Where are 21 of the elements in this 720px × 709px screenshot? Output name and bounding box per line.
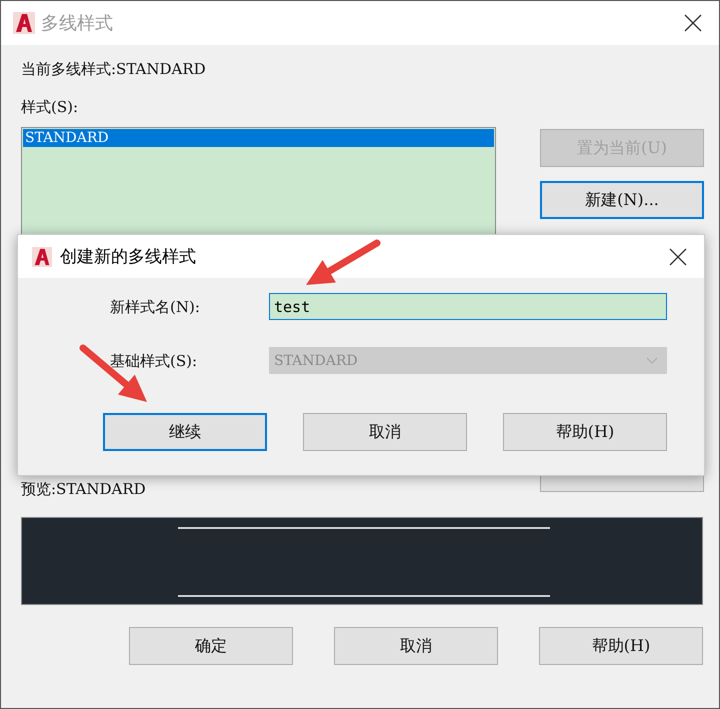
close-icon xyxy=(669,248,687,266)
field-label: 基础样式(S): xyxy=(110,350,198,370)
footer-button[interactable]: 取消 xyxy=(334,627,498,665)
close-icon xyxy=(684,14,702,32)
dialog-button[interactable]: 帮助(H) xyxy=(503,413,667,451)
footer-button[interactable]: 帮助(H) xyxy=(539,627,703,665)
dialog-title: 创建新的多线样式 xyxy=(60,246,196,268)
app-logo-icon xyxy=(32,246,52,266)
app-logo-icon xyxy=(13,12,35,34)
dialog-button[interactable]: 取消 xyxy=(303,413,467,451)
input-field[interactable]: test xyxy=(269,293,667,320)
dialog-button[interactable]: 继续 xyxy=(103,413,267,451)
chevron-icon xyxy=(646,357,658,364)
footer-button[interactable]: 确定 xyxy=(129,627,293,665)
styles-label: 样式(S): xyxy=(21,97,80,117)
field-label: 新样式名(N): xyxy=(110,296,201,316)
list-item[interactable]: STANDARD xyxy=(23,129,494,147)
current-style-label: 当前多线样式:STANDARD xyxy=(21,59,207,79)
side-button[interactable]: 新建(N)... xyxy=(540,181,704,219)
window-title: 多线样式 xyxy=(41,12,114,35)
preview-label: 预览:STANDARD xyxy=(21,479,147,499)
